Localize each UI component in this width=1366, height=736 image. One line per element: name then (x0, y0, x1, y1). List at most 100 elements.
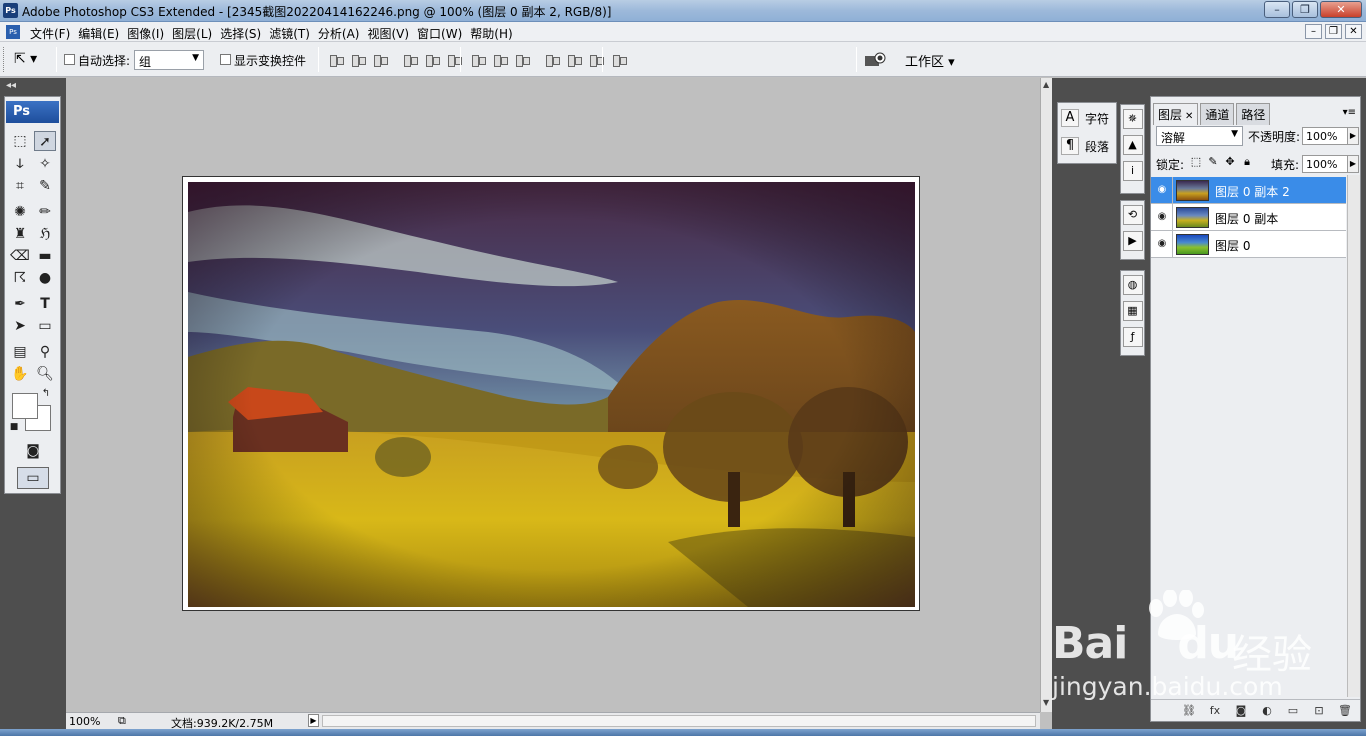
minimize-button[interactable]: – (1264, 1, 1290, 18)
opacity-slider-arrow-icon[interactable]: ▶ (1347, 127, 1359, 145)
horizontal-scrollbar[interactable] (322, 715, 1036, 727)
menu-layer[interactable]: 图层(L) (171, 25, 219, 42)
scroll-down-icon[interactable]: ▼ (1043, 698, 1049, 707)
path-selection-tool-icon[interactable]: ➤ (9, 316, 31, 336)
tab-channels[interactable]: 通道 (1200, 103, 1235, 125)
align-bottom-icon[interactable] (372, 53, 388, 67)
blend-mode-dropdown[interactable]: 溶解 ▼ (1156, 126, 1243, 146)
align-vcenter-icon[interactable] (350, 53, 366, 67)
lock-image-icon[interactable]: ✎ (1207, 156, 1219, 168)
distribute-left-icon[interactable] (544, 53, 560, 67)
maximize-button[interactable]: ❐ (1292, 1, 1318, 18)
histogram-icon[interactable]: ▲ (1122, 135, 1143, 155)
align-top-icon[interactable] (328, 53, 344, 67)
clone-stamp-tool-icon[interactable]: ♜ (9, 224, 31, 244)
menu-edit[interactable]: 编辑(E) (77, 25, 126, 42)
distribute-hcenter-icon[interactable] (566, 53, 582, 67)
close-button[interactable]: ✕ (1320, 1, 1362, 18)
zoom-preview-icon[interactable]: ⧉ (118, 714, 126, 728)
lock-position-icon[interactable]: ✥ (1224, 156, 1236, 168)
document-icon[interactable]: Ps (6, 25, 20, 39)
auto-align-layers-icon[interactable] (611, 53, 627, 67)
history-icon[interactable]: ⟲ (1122, 205, 1143, 225)
swatches-icon[interactable]: ◍ (1122, 275, 1143, 295)
magic-wand-tool-icon[interactable]: ✧ (34, 154, 56, 174)
menu-file[interactable]: 文件(F) (29, 25, 77, 42)
dodge-tool-icon[interactable]: ● (34, 268, 56, 288)
show-transform-checkbox[interactable] (220, 54, 231, 65)
fill-slider-arrow-icon[interactable]: ▶ (1347, 155, 1359, 173)
crop-tool-icon[interactable]: ⌗ (9, 176, 31, 196)
marquee-tool-icon[interactable]: ⬚ (9, 131, 31, 151)
distribute-top-icon[interactable] (470, 53, 486, 67)
distribute-bottom-icon[interactable] (514, 53, 530, 67)
foreground-color-swatch[interactable] (12, 393, 38, 419)
paragraph-icon[interactable]: ¶ (1061, 137, 1079, 155)
swap-colors-icon[interactable]: ↰ (39, 387, 53, 401)
toolbox-collapse[interactable]: ◂◂ (0, 80, 66, 94)
menu-view[interactable]: 视图(V) (366, 25, 416, 42)
actions-icon[interactable]: ▶ (1122, 231, 1143, 251)
status-menu-arrow-icon[interactable]: ▶ (308, 714, 319, 727)
zoom-tool-icon[interactable]: 🔍︎ (34, 364, 56, 384)
menu-analysis[interactable]: 分析(A) (317, 25, 367, 42)
slice-tool-icon[interactable]: ✎ (34, 176, 56, 196)
lock-transparency-icon[interactable]: ⬚ (1190, 156, 1202, 168)
distribute-vcenter-icon[interactable] (492, 53, 508, 67)
quick-mask-icon[interactable]: ◙ (21, 441, 45, 461)
panel-menu-icon[interactable]: ▾≡ (1343, 107, 1356, 118)
bridge-icon[interactable] (864, 52, 886, 68)
history-brush-tool-icon[interactable]: ℌ (34, 224, 56, 244)
shape-tool-icon[interactable]: ▭ (34, 316, 56, 336)
fill-input[interactable]: 100% (1302, 155, 1348, 173)
move-tool-icon[interactable]: ➚ (34, 131, 56, 151)
opacity-input[interactable]: 100% (1302, 127, 1348, 145)
doc-restore-button[interactable]: ❐ (1325, 24, 1342, 39)
align-hcenter-icon[interactable] (424, 53, 440, 67)
move-tool-preset-icon[interactable]: ⇱ ▾ (14, 51, 37, 67)
navigator-icon[interactable]: ✵ (1122, 109, 1143, 129)
auto-select-dropdown[interactable]: 组 ▼ (134, 50, 204, 70)
tab-paths[interactable]: 路径 (1236, 103, 1271, 125)
lasso-tool-icon[interactable]: ↆ (9, 154, 31, 174)
eyedropper-tool-icon[interactable]: ⚲ (34, 342, 56, 362)
tab-layers[interactable]: 图层 ✕ (1153, 103, 1199, 125)
eraser-tool-icon[interactable]: ⌫ (9, 246, 31, 266)
hand-tool-icon[interactable]: ✋ (9, 364, 31, 384)
workspace-button[interactable]: 工作区 ▾ (905, 51, 955, 70)
color-grid-icon[interactable]: ▦ (1122, 301, 1143, 321)
scroll-up-icon[interactable]: ▲ (1043, 80, 1049, 89)
menu-select[interactable]: 选择(S) (219, 25, 268, 42)
doc-minimize-button[interactable]: – (1305, 24, 1322, 39)
layer-row[interactable]: ◉ 图层 0 副本 (1151, 204, 1346, 231)
paragraph-label[interactable]: 段落 (1085, 138, 1109, 155)
type-tool-icon[interactable]: T (34, 294, 56, 314)
visibility-eye-icon[interactable]: ◉ (1155, 237, 1169, 251)
styles-icon[interactable]: ƒ (1122, 327, 1143, 347)
layer-row[interactable]: ◉ 图层 0 副本 2 (1151, 177, 1346, 204)
align-left-icon[interactable] (402, 53, 418, 67)
lock-all-icon[interactable]: 🔒︎ (1241, 156, 1253, 168)
brush-tool-icon[interactable]: ✏ (34, 202, 56, 222)
info-icon[interactable]: i (1122, 161, 1143, 181)
menu-window[interactable]: 窗口(W) (416, 25, 469, 42)
doc-close-button[interactable]: ✕ (1345, 24, 1362, 39)
menu-filter[interactable]: 滤镜(T) (268, 25, 317, 42)
character-label[interactable]: 字符 (1085, 110, 1109, 127)
document-canvas[interactable] (182, 176, 920, 611)
options-bar-grip[interactable] (3, 47, 6, 72)
gradient-tool-icon[interactable]: ▬ (34, 246, 56, 266)
zoom-level[interactable]: 100% (69, 715, 113, 728)
visibility-eye-icon[interactable]: ◉ (1155, 183, 1169, 197)
healing-brush-tool-icon[interactable]: ✺ (9, 202, 31, 222)
auto-select-checkbox[interactable] (64, 54, 75, 65)
vertical-scrollbar[interactable]: ▲ ▼ (1040, 78, 1052, 712)
screen-mode-icon[interactable]: ▭ (17, 467, 49, 489)
character-icon[interactable]: A (1061, 109, 1079, 127)
default-colors-icon[interactable]: ■ (8, 421, 20, 433)
pen-tool-icon[interactable]: ✒ (9, 294, 31, 314)
menu-help[interactable]: 帮助(H) (469, 25, 519, 42)
layer-row[interactable]: ◉ 图层 0 (1151, 231, 1346, 258)
visibility-eye-icon[interactable]: ◉ (1155, 210, 1169, 224)
notes-tool-icon[interactable]: ▤ (9, 342, 31, 362)
